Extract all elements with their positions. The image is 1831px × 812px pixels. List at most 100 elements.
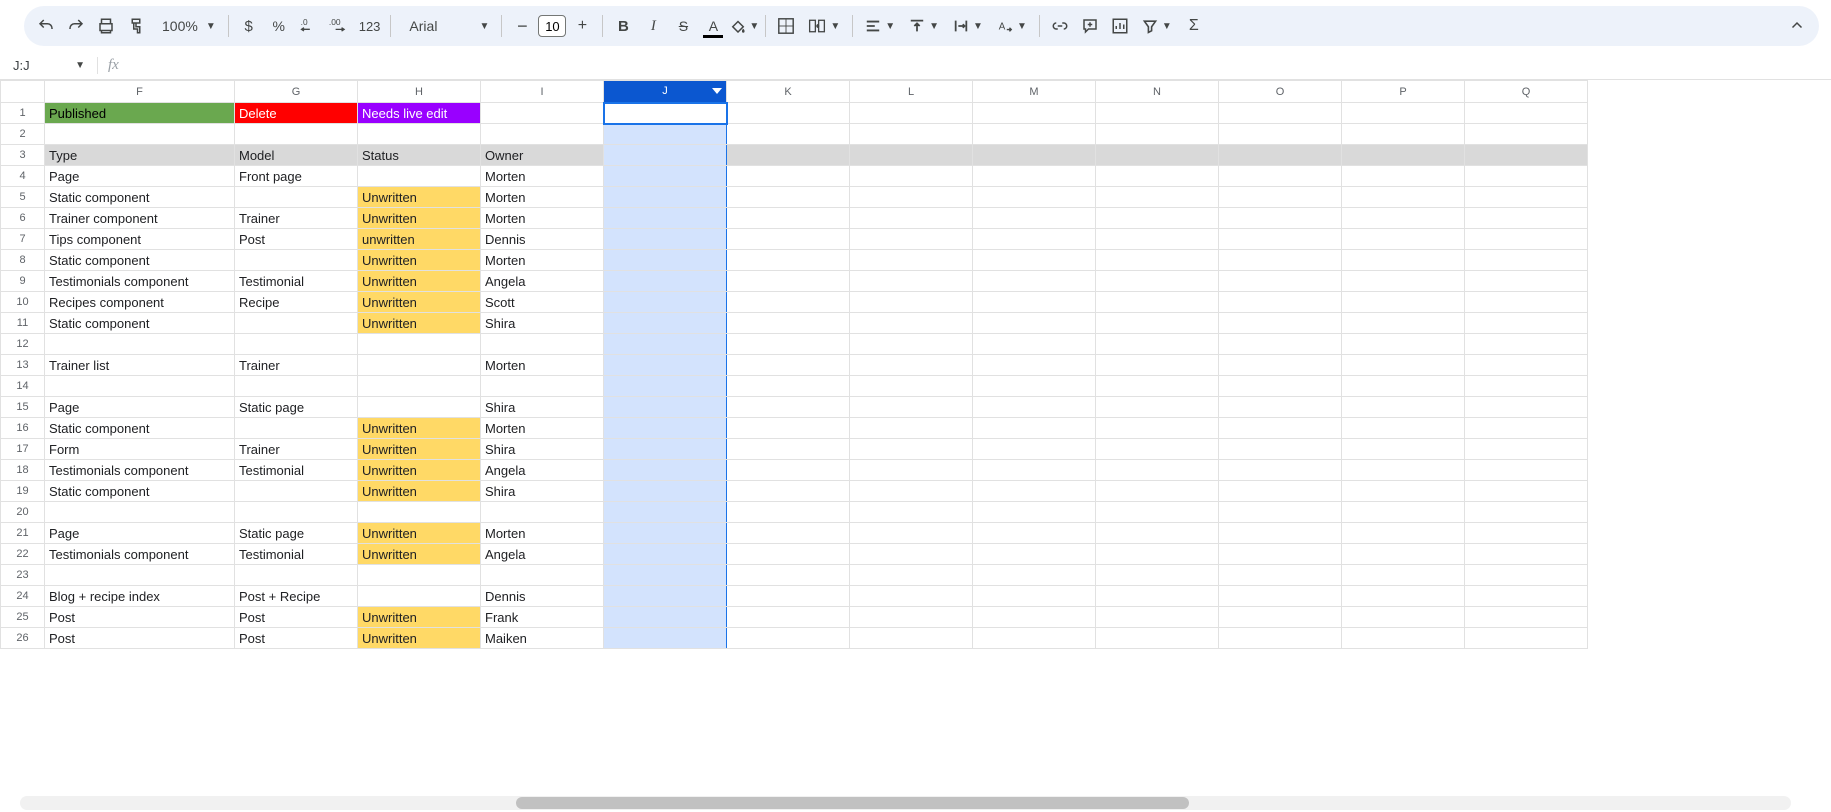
- cell-G6[interactable]: Trainer: [235, 208, 358, 229]
- format-currency-button[interactable]: $: [235, 12, 263, 40]
- row-header[interactable]: 8: [1, 250, 45, 271]
- cell-L25[interactable]: [850, 607, 973, 628]
- cell-I14[interactable]: [481, 376, 604, 397]
- cell-H17[interactable]: Unwritten: [358, 439, 481, 460]
- column-menu-dropdown-icon[interactable]: [712, 88, 722, 94]
- cell-H9[interactable]: Unwritten: [358, 271, 481, 292]
- cell-Q8[interactable]: [1465, 250, 1588, 271]
- cell-J7[interactable]: [604, 229, 727, 250]
- cell-Q13[interactable]: [1465, 355, 1588, 376]
- cell-F18[interactable]: Testimonials component: [45, 460, 235, 481]
- cell-Q7[interactable]: [1465, 229, 1588, 250]
- font-family-dropdown[interactable]: Arial ▼: [397, 12, 495, 40]
- cell-I1[interactable]: [481, 103, 604, 124]
- cell-M14[interactable]: [973, 376, 1096, 397]
- cell-I9[interactable]: Angela: [481, 271, 604, 292]
- cell-N4[interactable]: [1096, 166, 1219, 187]
- cell-K16[interactable]: [727, 418, 850, 439]
- cell-O8[interactable]: [1219, 250, 1342, 271]
- cell-N17[interactable]: [1096, 439, 1219, 460]
- cell-N9[interactable]: [1096, 271, 1219, 292]
- cell-H16[interactable]: Unwritten: [358, 418, 481, 439]
- cell-H19[interactable]: Unwritten: [358, 481, 481, 502]
- cell-M7[interactable]: [973, 229, 1096, 250]
- cell-F11[interactable]: Static component: [45, 313, 235, 334]
- cell-O9[interactable]: [1219, 271, 1342, 292]
- cell-M24[interactable]: [973, 586, 1096, 607]
- row-header[interactable]: 22: [1, 544, 45, 565]
- cell-F21[interactable]: Page: [45, 523, 235, 544]
- cell-L10[interactable]: [850, 292, 973, 313]
- functions-button[interactable]: Σ: [1180, 12, 1208, 40]
- cell-J23[interactable]: [604, 565, 727, 586]
- cell-J20[interactable]: [604, 502, 727, 523]
- row-header[interactable]: 1: [1, 103, 45, 124]
- cell-P4[interactable]: [1342, 166, 1465, 187]
- row-header[interactable]: 20: [1, 502, 45, 523]
- cell-I24[interactable]: Dennis: [481, 586, 604, 607]
- cell-O18[interactable]: [1219, 460, 1342, 481]
- cell-O21[interactable]: [1219, 523, 1342, 544]
- cell-N7[interactable]: [1096, 229, 1219, 250]
- cell-Q6[interactable]: [1465, 208, 1588, 229]
- cell-N20[interactable]: [1096, 502, 1219, 523]
- cell-O12[interactable]: [1219, 334, 1342, 355]
- cell-M21[interactable]: [973, 523, 1096, 544]
- cell-L23[interactable]: [850, 565, 973, 586]
- cell-L4[interactable]: [850, 166, 973, 187]
- cell-F1[interactable]: Published: [45, 103, 235, 124]
- cell-M10[interactable]: [973, 292, 1096, 313]
- cell-P9[interactable]: [1342, 271, 1465, 292]
- font-size-input[interactable]: [538, 15, 566, 37]
- cell-O15[interactable]: [1219, 397, 1342, 418]
- cell-L18[interactable]: [850, 460, 973, 481]
- row-header[interactable]: 23: [1, 565, 45, 586]
- cell-P24[interactable]: [1342, 586, 1465, 607]
- cell-P21[interactable]: [1342, 523, 1465, 544]
- vertical-align-button[interactable]: ▼: [903, 12, 945, 40]
- cell-O17[interactable]: [1219, 439, 1342, 460]
- italic-button[interactable]: I: [639, 12, 667, 40]
- cell-M16[interactable]: [973, 418, 1096, 439]
- cell-P22[interactable]: [1342, 544, 1465, 565]
- cell-G25[interactable]: Post: [235, 607, 358, 628]
- row-header[interactable]: 18: [1, 460, 45, 481]
- row-header[interactable]: 12: [1, 334, 45, 355]
- decrease-decimal-button[interactable]: .0: [295, 12, 323, 40]
- cell-Q17[interactable]: [1465, 439, 1588, 460]
- cell-K15[interactable]: [727, 397, 850, 418]
- cell-Q5[interactable]: [1465, 187, 1588, 208]
- cell-L15[interactable]: [850, 397, 973, 418]
- cell-N15[interactable]: [1096, 397, 1219, 418]
- cell-G8[interactable]: [235, 250, 358, 271]
- text-color-button[interactable]: A: [699, 12, 727, 40]
- cell-K7[interactable]: [727, 229, 850, 250]
- cell-N16[interactable]: [1096, 418, 1219, 439]
- increase-decimal-button[interactable]: .00: [325, 12, 353, 40]
- cell-Q25[interactable]: [1465, 607, 1588, 628]
- cell-Q26[interactable]: [1465, 628, 1588, 649]
- cell-J5[interactable]: [604, 187, 727, 208]
- cell-F10[interactable]: Recipes component: [45, 292, 235, 313]
- cell-H15[interactable]: [358, 397, 481, 418]
- cell-K4[interactable]: [727, 166, 850, 187]
- cell-J1[interactable]: [604, 103, 727, 124]
- cell-J6[interactable]: [604, 208, 727, 229]
- cell-K2[interactable]: [727, 124, 850, 145]
- cell-G23[interactable]: [235, 565, 358, 586]
- cell-P23[interactable]: [1342, 565, 1465, 586]
- cell-P3[interactable]: [1342, 145, 1465, 166]
- cell-K9[interactable]: [727, 271, 850, 292]
- insert-link-button[interactable]: [1046, 12, 1074, 40]
- fill-color-button[interactable]: ▼: [729, 12, 759, 40]
- cell-Q20[interactable]: [1465, 502, 1588, 523]
- cell-O23[interactable]: [1219, 565, 1342, 586]
- cell-O11[interactable]: [1219, 313, 1342, 334]
- row-header[interactable]: 11: [1, 313, 45, 334]
- cell-J26[interactable]: [604, 628, 727, 649]
- cell-K26[interactable]: [727, 628, 850, 649]
- cell-G7[interactable]: Post: [235, 229, 358, 250]
- cell-M11[interactable]: [973, 313, 1096, 334]
- cell-L6[interactable]: [850, 208, 973, 229]
- cell-J10[interactable]: [604, 292, 727, 313]
